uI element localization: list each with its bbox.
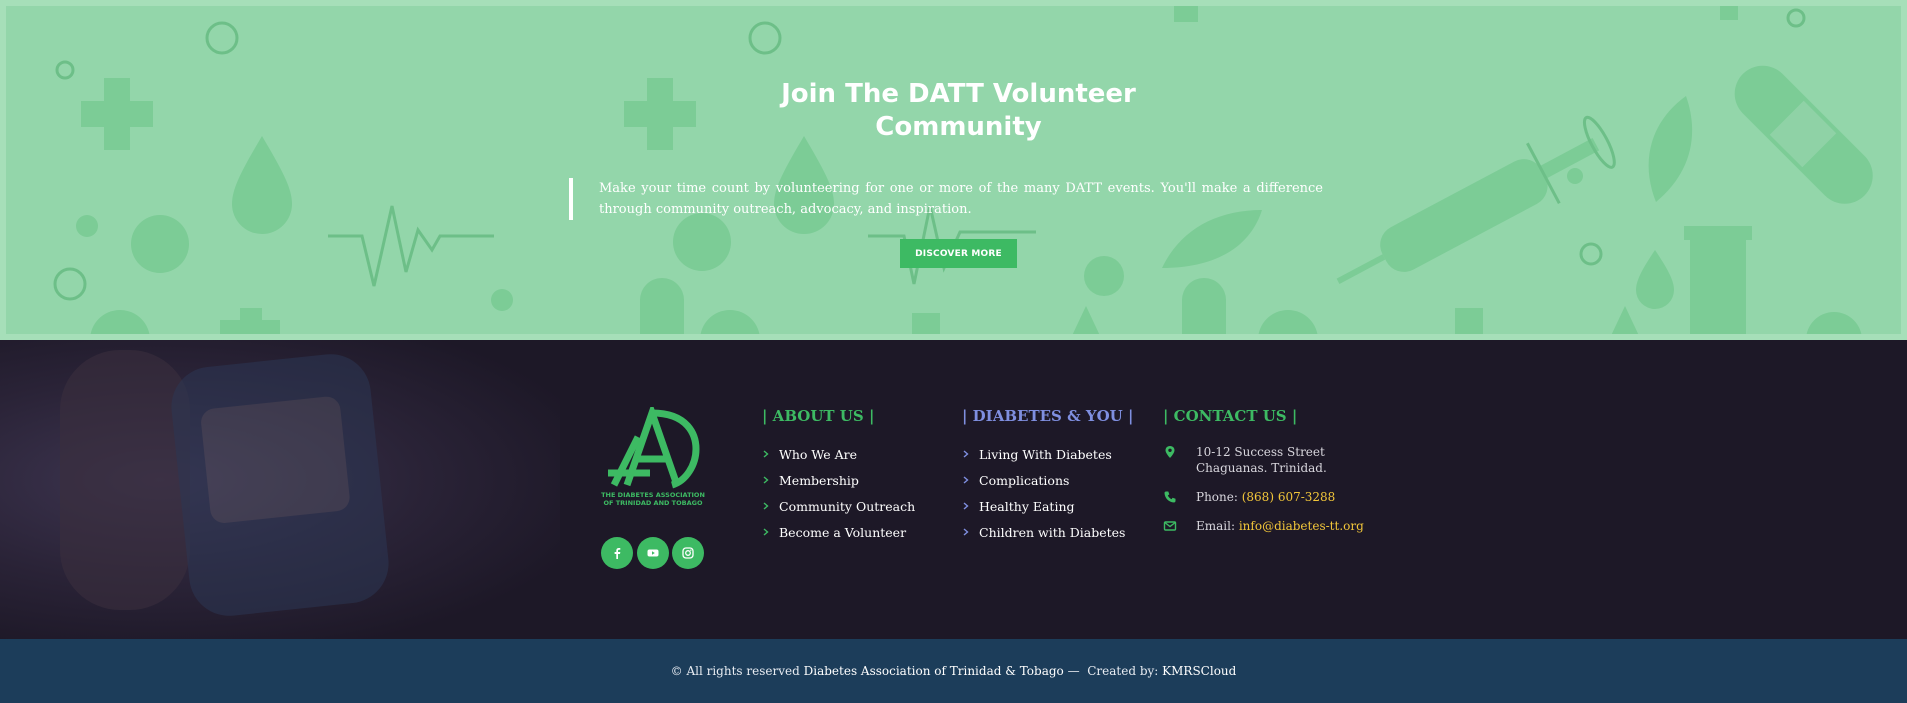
link-label: Membership [779,472,859,488]
link-label: Community Outreach [779,498,916,514]
link-children-with-diabetes[interactable]: Children with Diabetes [962,519,1125,545]
email-label: Email: [1196,519,1236,533]
cta-title-line2: Community [875,112,1042,142]
link-complications[interactable]: Complications [962,467,1125,493]
site-footer [0,340,1907,639]
link-community-outreach[interactable]: Community Outreach [762,493,915,519]
chevron-right-icon [763,502,769,510]
phone-link[interactable]: (868) 607-3288 [1242,490,1336,504]
quote-bar [569,178,573,220]
org-link[interactable]: Diabetes Association of Trinidad & Tobag… [804,664,1064,678]
logo-caption-line2: OF TRINIDAD AND TOBAGO [603,499,703,507]
email-link[interactable]: info@diabetes-tt.org [1239,519,1364,533]
address-line2: Chaguanas. Trinidad. [1196,461,1327,475]
logo-caption: THE DIABETES ASSOCIATION OF TRINIDAD AND… [592,491,714,507]
youtube-icon [647,549,659,557]
youtube-button[interactable] [637,537,669,569]
link-become-a-volunteer[interactable]: Become a Volunteer [762,519,915,545]
cta-title: Join The DATT Volunteer Community [766,78,1151,144]
medical-pattern-background [53,6,1873,334]
contact-us-heading: | CONTACT US | [1163,407,1298,425]
glucose-meter-photo [0,340,560,639]
facebook-icon [614,548,621,559]
diabetes-and-you-links: Living With Diabetes Complications Healt… [962,441,1125,545]
glucose-meter-screen [199,395,351,525]
phone-label: Phone: [1196,490,1238,504]
chevron-right-icon [763,450,769,458]
chevron-right-icon [963,528,969,536]
contact-address: 10-12 Success Street Chaguanas. Trinidad… [1163,444,1327,476]
datt-logo[interactable]: THE DIABETES ASSOCIATION OF TRINIDAD AND… [592,407,714,512]
chevron-right-icon [963,502,969,510]
chevron-right-icon [763,476,769,484]
copyright-prefix: © All rights reserved [670,664,800,678]
link-healthy-eating[interactable]: Healthy Eating [962,493,1125,519]
contact-email: Email: info@diabetes-tt.org [1163,518,1364,534]
phone-icon [1164,491,1176,503]
instagram-icon [682,547,694,559]
cta-description: Make your time count by volunteering for… [599,181,1323,217]
address-line1: 10-12 Success Street [1196,445,1325,459]
contact-phone: Phone: (868) 607-3288 [1163,489,1335,505]
created-by-label: Created by: [1087,664,1159,678]
separator: — [1067,664,1080,678]
copyright-bar: © All rights reserved Diabetes Associati… [0,639,1907,703]
facebook-button[interactable] [601,537,633,569]
hand-shape [60,350,190,610]
about-us-links: Who We Are Membership Community Outreach… [762,441,915,545]
map-pin-icon [1165,446,1175,458]
link-living-with-diabetes[interactable]: Living With Diabetes [962,441,1125,467]
instagram-button[interactable] [672,537,704,569]
datt-logo-icon [608,407,700,489]
link-membership[interactable]: Membership [762,467,915,493]
chevron-right-icon [963,450,969,458]
link-label: Healthy Eating [979,498,1075,514]
cta-title-line1: Join The DATT Volunteer [781,79,1136,109]
link-label: Who We Are [779,446,857,462]
link-label: Living With Diabetes [979,446,1112,462]
link-label: Complications [979,472,1070,488]
about-us-heading: | ABOUT US | [762,407,875,425]
discover-more-button[interactable]: DISCOVER MORE [900,239,1017,268]
creator-link[interactable]: KMRSCloud [1162,664,1236,678]
glucose-meter-shape [167,350,393,620]
diabetes-and-you-heading: | DIABETES & YOU | [962,407,1134,425]
volunteer-banner: Join The DATT Volunteer Community Make y… [0,0,1907,340]
chevron-right-icon [763,528,769,536]
link-who-we-are[interactable]: Who We Are [762,441,915,467]
envelope-icon [1163,521,1177,531]
logo-caption-line1: THE DIABETES ASSOCIATION [601,491,705,499]
link-label: Become a Volunteer [779,524,907,540]
link-label: Children with Diabetes [979,524,1126,540]
chevron-right-icon [963,476,969,484]
